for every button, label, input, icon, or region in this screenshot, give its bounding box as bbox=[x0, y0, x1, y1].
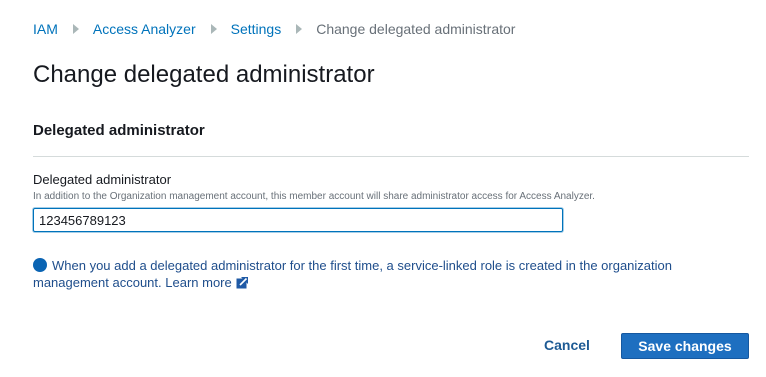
save-changes-button[interactable]: Save changes bbox=[621, 333, 749, 359]
breadcrumb-iam[interactable]: IAM bbox=[33, 21, 58, 37]
external-link-icon[interactable] bbox=[236, 277, 248, 289]
delegated-administrator-label: Delegated administrator bbox=[33, 172, 172, 187]
info-text: When you add a delegated administrator f… bbox=[33, 258, 672, 290]
page-title: Change delegated administrator bbox=[33, 61, 375, 88]
breadcrumb-current: Change delegated administrator bbox=[316, 21, 516, 37]
cancel-button[interactable]: Cancel bbox=[532, 333, 602, 357]
breadcrumb-settings[interactable]: Settings bbox=[231, 21, 282, 37]
delegated-administrator-description: In addition to the Organization manageme… bbox=[33, 191, 595, 202]
breadcrumb-access-analyzer[interactable]: Access Analyzer bbox=[93, 21, 196, 37]
info-message: When you add a delegated administrator f… bbox=[33, 257, 723, 291]
breadcrumb-separator-icon bbox=[210, 24, 217, 34]
info-circle-icon bbox=[33, 258, 47, 272]
breadcrumb-separator-icon bbox=[72, 24, 79, 34]
breadcrumb: IAM Access Analyzer Settings Change dele… bbox=[33, 20, 515, 38]
delegated-administrator-input[interactable] bbox=[33, 208, 563, 232]
breadcrumb-separator-icon bbox=[296, 24, 303, 34]
section-divider bbox=[33, 156, 749, 157]
section-title: Delegated administrator bbox=[33, 122, 205, 139]
learn-more-link[interactable]: Learn more bbox=[165, 275, 231, 290]
